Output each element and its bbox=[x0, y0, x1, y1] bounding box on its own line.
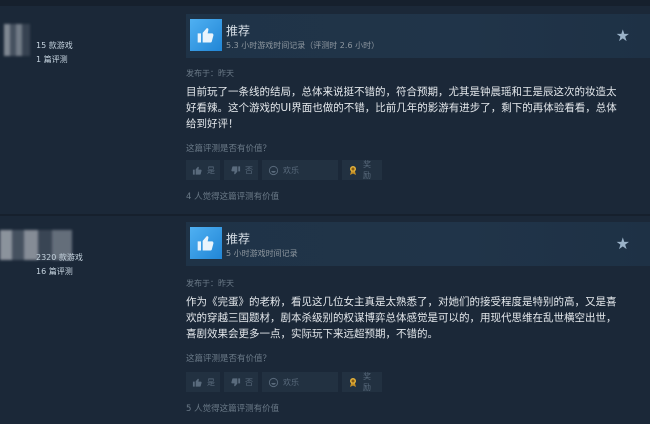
thumbs-up-icon bbox=[191, 164, 203, 176]
award-icon bbox=[347, 376, 359, 388]
games-owned[interactable]: 2320 款游戏 bbox=[36, 252, 83, 263]
award-button[interactable]: 奖励 bbox=[342, 372, 382, 392]
review-count[interactable]: 16 篇评测 bbox=[36, 266, 73, 277]
review-header[interactable]: 推荐 5 小时游戏时间记录 ★ bbox=[186, 222, 650, 266]
helpful-question: 这篇评测是否有价值？ bbox=[186, 144, 272, 154]
award-icon bbox=[347, 164, 359, 176]
vote-funny-button[interactable]: 欢乐 bbox=[262, 372, 338, 392]
award-label: 奖励 bbox=[363, 160, 371, 180]
review-text: 目前玩了一条线的结局，总体来说挺不错的，符合预期，尤其是钟晨瑶和王是辰这次的妆造… bbox=[186, 86, 617, 130]
review-author: 15 款游戏 1 篇评测 bbox=[0, 14, 175, 212]
thumbs-down-icon bbox=[229, 376, 241, 388]
found-helpful: 5 人觉得这篇评测有价值 bbox=[186, 404, 280, 414]
vote-no-label: 否 bbox=[245, 377, 253, 387]
review-card: 15 款游戏 1 篇评测 推荐 5.3 小时游戏时间记录（评测时 2.6 小时）… bbox=[0, 14, 650, 212]
thumbs-up-icon bbox=[190, 19, 222, 51]
review-content: 推荐 5.3 小时游戏时间记录（评测时 2.6 小时） ★ 发布于：昨天 目前玩… bbox=[186, 14, 650, 212]
posted-date: 发布于：昨天 bbox=[186, 279, 234, 288]
review-text: 作为《完蛋》的老粉，看见这几位女主真是太熟悉了，对她们的接受程度是特别的高，又是… bbox=[186, 296, 617, 340]
vote-yes-button[interactable]: 是 bbox=[186, 372, 220, 392]
thumbs-down-icon bbox=[229, 164, 241, 176]
reviews-page: 15 款游戏 1 篇评测 推荐 5.3 小时游戏时间记录（评测时 2.6 小时）… bbox=[0, 0, 650, 424]
recommendation-label: 推荐 bbox=[226, 24, 251, 38]
vote-yes-button[interactable]: 是 bbox=[186, 160, 220, 180]
laugh-icon bbox=[267, 164, 279, 176]
playtime: 5.3 小时游戏时间记录（评测时 2.6 小时） bbox=[226, 41, 380, 50]
vote-no-button[interactable]: 否 bbox=[224, 160, 258, 180]
helpful-question: 这篇评测是否有价值？ bbox=[186, 354, 272, 364]
vote-no-label: 否 bbox=[245, 165, 253, 175]
review-card: 2320 款游戏 16 篇评测 推荐 5 小时游戏时间记录 ★ 发布于：昨天 作… bbox=[0, 222, 650, 418]
review-author: 2320 款游戏 16 篇评测 bbox=[0, 222, 175, 418]
thumbs-up-icon bbox=[190, 227, 222, 259]
top-edge bbox=[0, 0, 650, 6]
vote-funny-label: 欢乐 bbox=[283, 165, 299, 175]
vote-funny-label: 欢乐 bbox=[283, 377, 299, 387]
found-helpful: 4 人觉得这篇评测有价值 bbox=[186, 192, 280, 202]
award-button[interactable]: 奖励 bbox=[342, 160, 382, 180]
playtime: 5 小时游戏时间记录 bbox=[226, 249, 298, 258]
award-label: 奖励 bbox=[363, 372, 371, 392]
review-content: 推荐 5 小时游戏时间记录 ★ 发布于：昨天 作为《完蛋》的老粉，看见这几位女主… bbox=[186, 222, 650, 418]
vote-buttons: 是 否 欢乐 奖励 bbox=[186, 372, 382, 392]
posted-date: 发布于：昨天 bbox=[186, 69, 234, 78]
vote-yes-label: 是 bbox=[207, 377, 215, 387]
avatar[interactable] bbox=[0, 24, 30, 56]
review-count[interactable]: 1 篇评测 bbox=[36, 54, 68, 65]
vote-funny-button[interactable]: 欢乐 bbox=[262, 160, 338, 180]
review-divider bbox=[0, 214, 650, 216]
games-owned[interactable]: 15 款游戏 bbox=[36, 40, 73, 51]
recommendation-label: 推荐 bbox=[226, 232, 251, 246]
thumbs-up-icon bbox=[191, 376, 203, 388]
review-header[interactable]: 推荐 5.3 小时游戏时间记录（评测时 2.6 小时） ★ bbox=[186, 14, 650, 58]
laugh-icon bbox=[267, 376, 279, 388]
vote-no-button[interactable]: 否 bbox=[224, 372, 258, 392]
vote-buttons: 是 否 欢乐 奖励 bbox=[186, 160, 382, 180]
star-icon[interactable]: ★ bbox=[616, 236, 630, 252]
star-icon[interactable]: ★ bbox=[616, 28, 630, 44]
vote-yes-label: 是 bbox=[207, 165, 215, 175]
